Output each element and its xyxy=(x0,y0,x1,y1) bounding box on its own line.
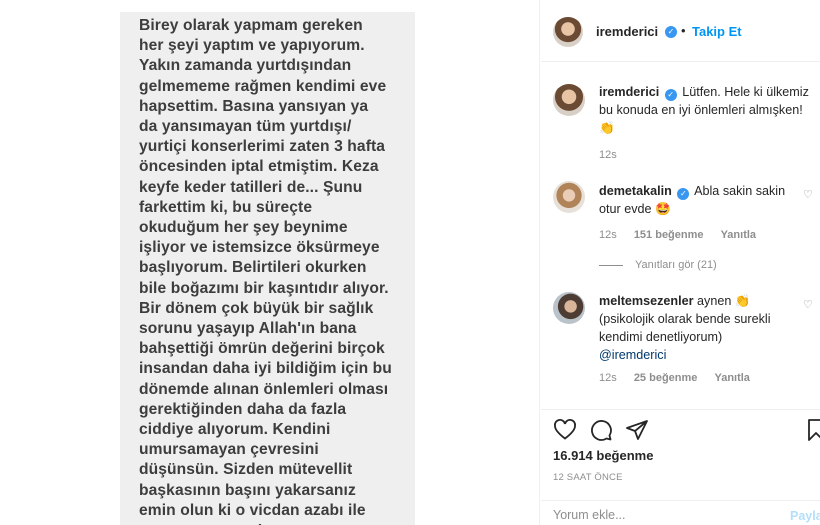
comment-username[interactable]: meltemsezenler xyxy=(599,294,694,308)
bookmark-icon[interactable] xyxy=(804,418,820,442)
comment-likes[interactable]: 25 beğenme xyxy=(634,372,698,384)
comment: demetakalin ✓ Abla sakin sakin otur evde… xyxy=(599,182,799,218)
story-text: Birey olarak yapmam gereken her şeyi yap… xyxy=(139,17,392,525)
like-count[interactable]: 16.914 beğenme xyxy=(553,448,653,463)
caption-username[interactable]: iremderici xyxy=(599,85,659,99)
comment-username[interactable]: demetakalin xyxy=(599,184,672,198)
like-comment-icon[interactable]: ♡ xyxy=(803,298,813,311)
avatar[interactable] xyxy=(553,17,583,47)
comment-text-continued: (psikolojik olarak bende surekli kendimi… xyxy=(599,312,771,344)
post-header: iremderici ✓ • Takip Et xyxy=(541,0,820,62)
post-side-panel: iremderici ✓ • Takip Et iremderici ✓ Lüt… xyxy=(541,0,820,525)
separator-dot: • xyxy=(681,23,686,38)
avatar[interactable] xyxy=(553,181,585,213)
avatar[interactable] xyxy=(553,84,585,116)
mention-link[interactable]: @iremderici xyxy=(599,348,666,362)
comment: meltemsezenler aynen 👏 (psikolojik olara… xyxy=(599,292,799,364)
post-timestamp[interactable]: 12 SAAT ÖNCE xyxy=(553,472,623,483)
header-username[interactable]: iremderici xyxy=(596,24,658,39)
like-comment-icon[interactable]: ♡ xyxy=(803,188,813,201)
verified-icon: ✓ xyxy=(665,26,677,38)
view-replies-button[interactable]: Yanıtları gör (21) xyxy=(635,259,717,271)
post-image-area: Birey olarak yapmam gereken her şeyi yap… xyxy=(0,0,540,525)
verified-icon: ✓ xyxy=(677,188,690,200)
comment-emoji: 👏 xyxy=(734,294,751,308)
replies-divider xyxy=(599,265,623,266)
comment-time[interactable]: 12s xyxy=(599,372,617,384)
comment-time[interactable]: 12s xyxy=(599,229,617,241)
comment-text: aynen xyxy=(697,294,732,308)
comment-emoji: 🤩 xyxy=(655,202,671,216)
comment-likes[interactable]: 151 beğenme xyxy=(634,229,704,241)
follow-button[interactable]: Takip Et xyxy=(692,24,742,39)
caption: iremderici ✓ Lütfen. Hele ki ülkemiz bu … xyxy=(599,83,809,137)
post-comment-button[interactable]: Payla xyxy=(790,509,820,523)
heart-icon[interactable] xyxy=(553,418,577,442)
avatar[interactable] xyxy=(553,292,585,324)
share-icon[interactable] xyxy=(625,418,649,442)
comment-meta: 12s 25 beğenme Yanıtla xyxy=(599,372,750,384)
comment-input[interactable] xyxy=(553,508,758,522)
verified-icon: ✓ xyxy=(664,89,677,101)
comment-icon[interactable] xyxy=(589,418,613,442)
comment-meta: 12s 151 beğenme Yanıtla xyxy=(599,229,756,241)
caption-time[interactable]: 12s xyxy=(599,149,617,161)
caption-emoji: 👏 xyxy=(599,121,615,135)
reply-button[interactable]: Yanıtla xyxy=(721,229,756,241)
reply-button[interactable]: Yanıtla xyxy=(714,372,749,384)
